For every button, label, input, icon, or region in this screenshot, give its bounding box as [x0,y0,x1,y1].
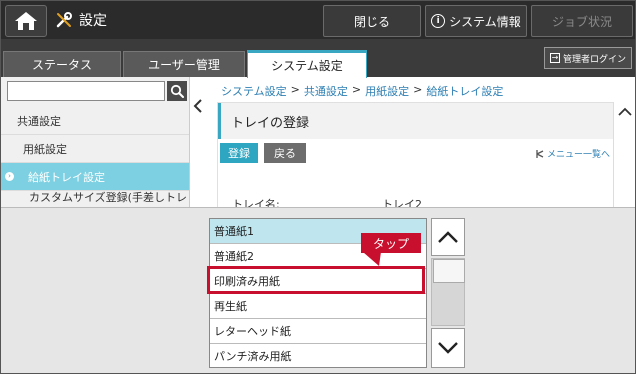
list-scrollbar [431,218,465,368]
tools-icon [56,12,72,28]
sidebar-item-custom-size[interactable]: カスタムサイズ登録(手差しトレイ) [1,190,189,208]
system-info-label: システム情報 [449,14,521,29]
tab-bar: ステータス ユーザー管理 システム設定 → 管理者ログイン [1,39,635,78]
menu-list-label: メニュー一覧へ [546,150,610,160]
chevron-right-icon: › [5,172,14,181]
list-scroll-down-button[interactable] [431,328,465,368]
login-icon: → [549,53,560,63]
register-button[interactable]: 登録 [220,143,258,163]
breadcrumb-item[interactable]: 共通設定 [304,83,348,99]
breadcrumb-item[interactable]: 用紙設定 [365,83,409,99]
job-status-button[interactable]: ジョブ状況 [531,5,633,37]
list-item[interactable]: パンチ済み用紙 [210,344,426,367]
home-button[interactable] [5,5,47,37]
settings-title: 設定 [55,1,107,39]
search-icon [170,84,184,98]
panel-scrollbar[interactable] [613,102,635,208]
admin-login-label: 管理者ログイン [562,54,626,65]
breadcrumb-separator: > [351,83,362,96]
breadcrumb-item[interactable]: システム設定 [221,83,287,99]
tab-status[interactable]: ステータス [3,51,121,77]
admin-login-button[interactable]: → 管理者ログイン [544,47,632,69]
tab-system-settings[interactable]: システム設定 [247,50,367,78]
back-button[interactable]: 戻る [264,143,306,163]
list-item[interactable]: レターヘッド紙 [210,319,426,344]
home-icon [15,12,37,30]
chevron-left-icon [193,99,202,113]
sidebar-item-common-settings[interactable]: 共通設定 [1,107,189,135]
panel-title: トレイの登録 [218,103,614,139]
info-icon: i [431,14,446,28]
list-scroll-track[interactable] [431,258,465,326]
menu-list-link[interactable]: メニュー一覧へ [535,147,610,160]
chevron-up-icon [618,107,632,116]
search-input[interactable] [7,81,165,101]
return-menu-icon [536,149,544,158]
sidebar-search [7,81,187,103]
system-info-button[interactable]: i システム情報 [425,5,527,37]
chevron-down-icon [438,342,458,354]
panel-scroll-up-button[interactable] [614,102,635,122]
sidebar-item-label: 給紙トレイ設定 [28,170,105,184]
tray-register-panel: トレイの登録 登録 戻る メニュー一覧へ トレイ名: トレイ2 [217,102,614,211]
list-item[interactable]: 再生紙 [210,294,426,319]
page-title: 設定 [79,13,107,29]
sidebar-item-label: カスタムサイズ登録(手差しトレイ) [29,190,187,208]
breadcrumb: システム設定 > 共通設定 > 用紙設定 > 給紙トレイ設定 [221,83,503,99]
close-button[interactable]: 閉じる [323,5,421,37]
breadcrumb-item[interactable]: 給紙トレイ設定 [426,83,503,99]
sidebar: 共通設定 用紙設定 › 給紙トレイ設定 カスタムサイズ登録(手差しトレイ) [1,77,190,207]
screen-frame: 設定 閉じる i システム情報 ジョブ状況 ステータス ユーザー管理 システム設… [0,0,636,374]
sidebar-item-label: 用紙設定 [23,142,67,156]
breadcrumb-separator: > [290,83,300,96]
tap-highlight [207,266,425,294]
top-bar: 設定 閉じる i システム情報 ジョブ状況 [1,1,635,39]
list-scroll-up-button[interactable] [431,218,465,256]
sidebar-collapse-button[interactable] [191,97,205,115]
search-button[interactable] [167,81,187,101]
tap-callout: タップ [361,233,421,253]
sidebar-item-paper-settings[interactable]: 用紙設定 [1,135,189,163]
chevron-up-icon [438,231,458,243]
sidebar-item-label: 共通設定 [17,114,61,128]
list-scroll-thumb[interactable] [433,259,465,283]
tab-user-management[interactable]: ユーザー管理 [123,51,245,77]
breadcrumb-separator: > [413,83,423,96]
sidebar-item-tray-settings[interactable]: › 給紙トレイ設定 [1,163,189,191]
